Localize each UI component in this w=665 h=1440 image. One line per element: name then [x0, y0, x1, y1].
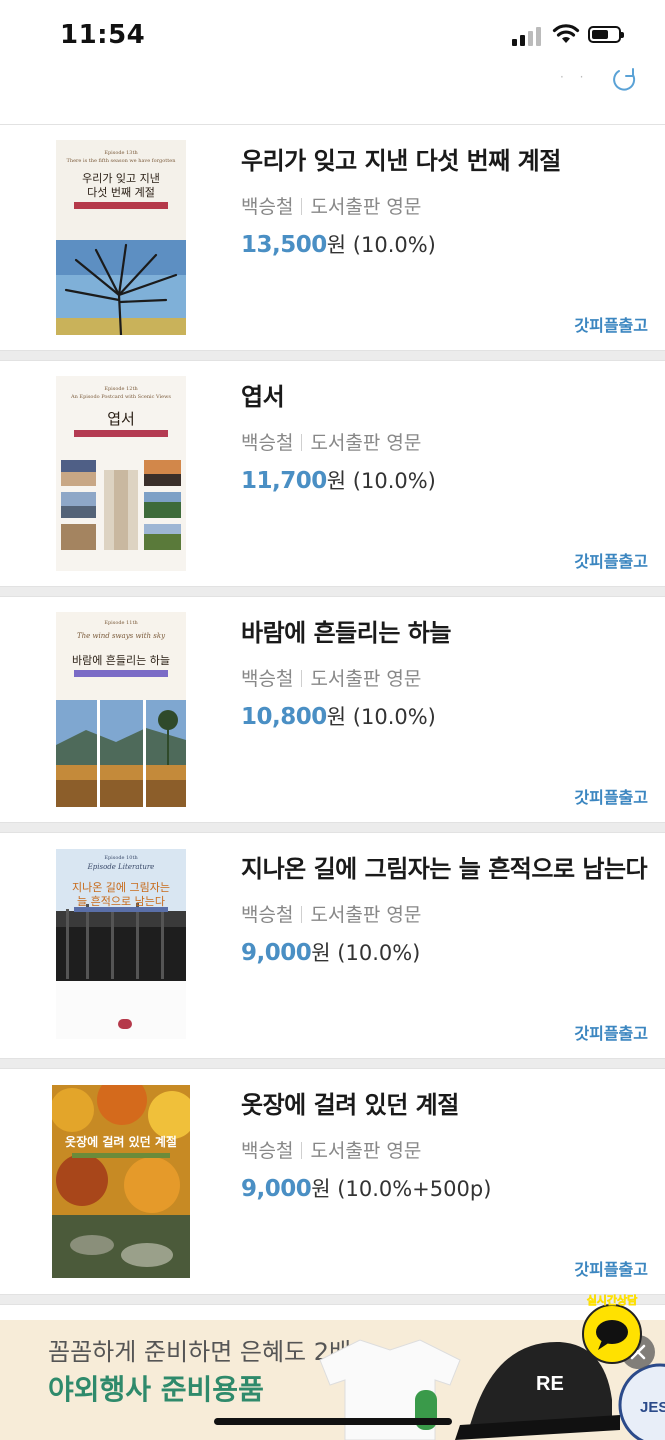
badge-text: JES [640, 1399, 665, 1416]
cover-episode: Episode 13th [104, 150, 138, 156]
list-item[interactable]: 옷장에 걸려 있던 계절 옷장에 걸려 있던 계절 백승철 도서출판 영문 9,0… [0, 1068, 665, 1295]
cellular-signal-icon [512, 24, 544, 46]
shipping-badge: 갓피플출고 [574, 788, 648, 807]
divider [301, 434, 303, 451]
discount-rate: (10.0%+500p) [337, 1177, 492, 1201]
book-author: 백승철 [241, 1140, 294, 1162]
list-item[interactable]: Episode 11th The wind sways with sky 바람에… [0, 596, 665, 823]
book-info: 우리가 잊고 지낸 다섯 번째 계절 백승철 도서출판 영문 13,500원 (1… [241, 141, 561, 259]
list-item[interactable]: Episode 12th An Episodo Postcard with Sc… [0, 360, 665, 587]
banner-line2: 야외행사 준비용품 [48, 1373, 264, 1406]
cover-subtitle: There is the fifth season we have forgot… [66, 158, 176, 164]
list-header: · · [0, 70, 665, 125]
divider [301, 198, 303, 215]
cap-text: RE [536, 1373, 564, 1395]
cover-title-line1: 엽서 [107, 410, 135, 428]
shipping-badge: 갓피플출고 [574, 552, 648, 571]
book-cover-image[interactable]: 옷장에 걸려 있던 계절 [52, 1085, 190, 1278]
cover-episode: Episode 11th [104, 620, 138, 626]
cover-subtitle: Episode Literature [87, 863, 155, 871]
refresh-icon[interactable] [611, 66, 639, 94]
publisher-logo [118, 1019, 132, 1029]
cover-title-line1: 옷장에 걸려 있던 계절 [65, 1135, 177, 1149]
list-item[interactable]: Episode 13th There is the fifth season w… [0, 124, 665, 351]
book-price: 13,500 [241, 232, 327, 258]
book-author: 백승철 [241, 196, 294, 218]
book-author: 백승철 [241, 432, 294, 454]
book-info: 지나온 길에 그림자는 늘 흔적으로 남는다 백승철 도서출판 영문 9,000원… [241, 849, 648, 967]
book-info: 엽서 백승철 도서출판 영문 11,700원 (10.0%) [241, 377, 436, 495]
discount-rate: (10.0%) [352, 233, 436, 257]
book-title[interactable]: 엽서 [241, 377, 436, 412]
cover-title-line2: 다섯 번째 계절 [87, 186, 155, 199]
divider [301, 906, 303, 923]
book-publisher: 도서출판 영문 [310, 668, 422, 690]
price-unit: 원 [326, 469, 347, 493]
price-unit: 원 [311, 941, 331, 965]
book-publisher: 도서출판 영문 [310, 196, 422, 218]
book-info: 바람에 흔들리는 하늘 백승철 도서출판 영문 10,800원 (10.0%) [241, 613, 451, 731]
battery-icon [588, 26, 624, 43]
cover-landscape-illustration [56, 700, 186, 807]
shipping-badge: 갓피플출고 [574, 316, 648, 335]
shipping-badge: 갓피플출고 [574, 1260, 648, 1279]
book-cover-image[interactable]: Episode 11th The wind sways with sky 바람에… [56, 612, 186, 807]
price-unit: 원 [326, 705, 347, 729]
book-price: 9,000 [241, 940, 312, 966]
shipping-badge: 갓피플출고 [574, 1024, 648, 1043]
book-publisher: 도서출판 영문 [310, 1140, 422, 1162]
live-chat-button[interactable]: 실시간상담 [580, 1290, 644, 1370]
divider [301, 1142, 303, 1159]
book-info: 옷장에 걸려 있던 계절 백승철 도서출판 영문 9,000원 (10.0%+50… [241, 1085, 491, 1203]
book-price: 11,700 [241, 468, 327, 494]
price-unit: 원 [326, 233, 347, 257]
home-indicator [214, 1418, 452, 1425]
chat-bubble-icon: 실시간상담 [582, 1293, 642, 1364]
price-unit: 원 [311, 1177, 331, 1201]
book-cover-image[interactable]: Episode 12th An Episodo Postcard with Sc… [56, 376, 186, 571]
cover-title-line1: 바람에 흔들리는 하늘 [71, 654, 171, 667]
status-time: 11:54 [60, 20, 146, 50]
book-publisher: 도서출판 영문 [310, 432, 422, 454]
header-dots: · · [560, 70, 590, 84]
cover-episode: Episode 10th [104, 855, 138, 861]
cover-subtitle: The wind sways with sky [76, 632, 166, 640]
book-price: 9,000 [241, 1176, 312, 1202]
book-publisher: 도서출판 영문 [310, 904, 422, 926]
status-bar: 11:54 [0, 0, 665, 72]
cover-autumn-illustration [52, 1085, 190, 1278]
book-cover-image[interactable]: Episode 13th There is the fifth season w… [56, 140, 186, 335]
cover-postcards-illustration [61, 460, 181, 550]
book-author: 백승철 [241, 668, 294, 690]
cover-subtitle: An Episodo Postcard with Scenic Views [71, 394, 171, 400]
chat-label: 실시간상담 [587, 1293, 638, 1307]
discount-rate: (10.0%) [337, 941, 421, 965]
cover-episode: Episode 12th [104, 386, 138, 392]
list-item[interactable]: Episode 10th Episode Literature 지나온 길에 그… [0, 832, 665, 1059]
book-title[interactable]: 우리가 잊고 지낸 다섯 번째 계절 [241, 141, 561, 176]
book-cover-image[interactable]: Episode 10th Episode Literature 지나온 길에 그… [56, 849, 186, 1039]
discount-rate: (10.0%) [352, 705, 436, 729]
divider [301, 670, 303, 687]
discount-rate: (10.0%) [352, 469, 436, 493]
wifi-icon [552, 24, 580, 43]
book-title[interactable]: 바람에 흔들리는 하늘 [241, 613, 451, 648]
book-price: 10,800 [241, 704, 327, 730]
cover-tree-illustration [56, 240, 186, 335]
book-title[interactable]: 옷장에 걸려 있던 계절 [241, 1085, 491, 1120]
book-author: 백승철 [241, 904, 294, 926]
book-title[interactable]: 지나온 길에 그림자는 늘 흔적으로 남는다 [241, 849, 648, 884]
